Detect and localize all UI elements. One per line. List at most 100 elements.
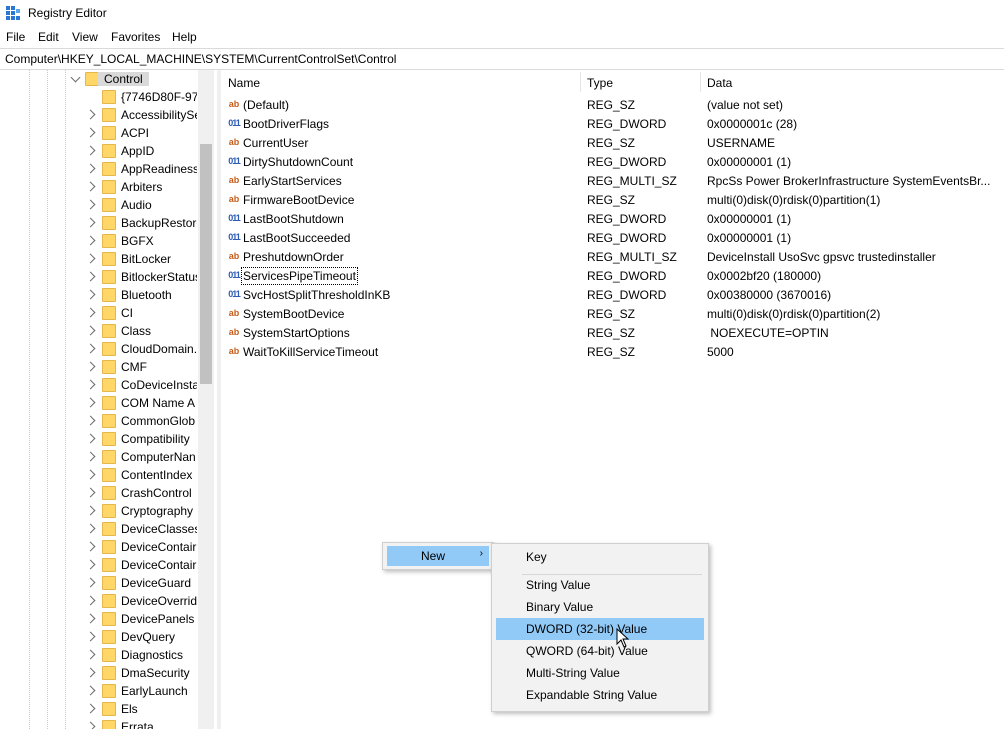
tree-item-control[interactable]: Control <box>0 70 198 88</box>
chevron-right-icon[interactable] <box>85 397 96 408</box>
chevron-right-icon[interactable] <box>85 307 96 318</box>
submenu-qword-value[interactable]: QWORD (64-bit) Value <box>496 640 704 662</box>
chevron-right-icon[interactable] <box>85 199 96 210</box>
menu-edit[interactable]: Edit <box>38 30 59 44</box>
chevron-right-icon[interactable] <box>85 127 96 138</box>
chevron-right-icon[interactable] <box>85 523 96 534</box>
tree-item[interactable]: DevicePanels <box>0 610 198 628</box>
address-path[interactable]: Computer\HKEY_LOCAL_MACHINE\SYSTEM\Curre… <box>5 52 396 66</box>
submenu-string-value[interactable]: String Value <box>496 574 704 596</box>
table-row[interactable]: 011 LastBootSucceeded REG_DWORD 0x00000001 … <box>222 228 1004 247</box>
context-new-item[interactable]: New › <box>387 546 489 566</box>
tree-item[interactable]: BitLocker <box>0 250 198 268</box>
chevron-right-icon[interactable] <box>85 235 96 246</box>
table-row[interactable]: ab SystemBootDevice REG_SZ multi(0)disk(0)r… <box>222 304 1004 323</box>
tree-item[interactable]: CI <box>0 304 198 322</box>
table-row[interactable]: ab WaitToKillServiceTimeout REG_SZ 5000 <box>222 342 1004 361</box>
tree-item[interactable]: Class <box>0 322 198 340</box>
chevron-right-icon[interactable] <box>85 289 96 300</box>
submenu-dword-value[interactable]: DWORD (32-bit) Value <box>496 618 704 640</box>
chevron-right-icon[interactable] <box>85 613 96 624</box>
chevron-right-icon[interactable] <box>85 109 96 120</box>
chevron-right-icon[interactable] <box>85 469 96 480</box>
tree-item[interactable]: COM Name A <box>0 394 198 412</box>
tree-item[interactable]: Audio <box>0 196 198 214</box>
tree-item[interactable]: DeviceClasses <box>0 520 198 538</box>
tree-item[interactable]: CoDeviceInsta <box>0 376 198 394</box>
tree-item[interactable]: CMF <box>0 358 198 376</box>
tree-item[interactable]: BitlockerStatus <box>0 268 198 286</box>
chevron-right-icon[interactable] <box>85 559 96 570</box>
tree-item[interactable]: Els <box>0 700 198 718</box>
chevron-right-icon[interactable] <box>85 253 96 264</box>
chevron-right-icon[interactable] <box>85 271 96 282</box>
table-row[interactable]: ab CurrentUser REG_SZ USERNAME <box>222 133 1004 152</box>
tree-scrollbar-thumb[interactable] <box>200 144 212 384</box>
tree-item[interactable]: DeviceContair <box>0 538 198 556</box>
table-row[interactable]: 011 LastBootShutdown REG_DWORD 0x00000001 (… <box>222 209 1004 228</box>
chevron-right-icon[interactable] <box>85 667 96 678</box>
chevron-right-icon[interactable] <box>85 487 96 498</box>
tree-item[interactable]: BGFX <box>0 232 198 250</box>
column-divider[interactable] <box>580 72 581 92</box>
tree-item[interactable]: Bluetooth <box>0 286 198 304</box>
menu-help[interactable]: Help <box>172 30 197 44</box>
tree-item[interactable]: CommonGlob <box>0 412 198 430</box>
tree-item[interactable]: Diagnostics <box>0 646 198 664</box>
table-row[interactable]: 011 ServicesPipeTimeout REG_DWORD 0x0002bf2… <box>222 266 1004 285</box>
pane-splitter[interactable] <box>217 70 221 729</box>
chevron-right-icon[interactable] <box>85 451 96 462</box>
tree-item[interactable]: ContentIndex <box>0 466 198 484</box>
tree-item[interactable]: ComputerNan <box>0 448 198 466</box>
chevron-right-icon[interactable] <box>85 361 96 372</box>
table-row[interactable]: ab FirmwareBootDevice REG_SZ multi(0)disk(0… <box>222 190 1004 209</box>
chevron-right-icon[interactable] <box>85 721 96 729</box>
submenu-multi-string-value[interactable]: Multi-String Value <box>496 662 704 684</box>
chevron-right-icon[interactable] <box>85 217 96 228</box>
chevron-right-icon[interactable] <box>85 433 96 444</box>
column-divider[interactable] <box>700 72 701 92</box>
tree-item[interactable]: ACPI <box>0 124 198 142</box>
tree-item[interactable]: DeviceGuard <box>0 574 198 592</box>
submenu-binary-value[interactable]: Binary Value <box>496 596 704 618</box>
tree-item[interactable]: DeviceContair <box>0 556 198 574</box>
table-row[interactable]: ab SystemStartOptions REG_SZ NOEXECUTE=OPT… <box>222 323 1004 342</box>
tree-item[interactable]: Errata <box>0 718 198 729</box>
submenu-expandable-string-value[interactable]: Expandable String Value <box>496 684 704 706</box>
table-row[interactable]: 011 BootDriverFlags REG_DWORD 0x0000001c (2… <box>222 114 1004 133</box>
table-row[interactable]: ab PreshutdownOrder REG_MULTI_SZ DeviceInst… <box>222 247 1004 266</box>
tree-item[interactable]: EarlyLaunch <box>0 682 198 700</box>
tree-item[interactable]: {7746D80F-97E <box>0 88 198 106</box>
menu-file[interactable]: File <box>6 30 25 44</box>
column-data[interactable]: Data <box>707 76 732 90</box>
tree-item[interactable]: Cryptography <box>0 502 198 520</box>
menu-view[interactable]: View <box>72 30 98 44</box>
chevron-right-icon[interactable] <box>85 631 96 642</box>
address-bar[interactable]: Computer\HKEY_LOCAL_MACHINE\SYSTEM\Curre… <box>0 48 1004 70</box>
chevron-right-icon[interactable] <box>85 649 96 660</box>
chevron-right-icon[interactable] <box>85 145 96 156</box>
chevron-right-icon[interactable] <box>85 505 96 516</box>
tree-item[interactable]: CloudDomain. <box>0 340 198 358</box>
tree-item[interactable]: AccessibilitySe <box>0 106 198 124</box>
table-row[interactable]: 011 SvcHostSplitThresholdInKB REG_DWORD 0x0… <box>222 285 1004 304</box>
chevron-right-icon[interactable] <box>85 703 96 714</box>
column-type[interactable]: Type <box>587 76 613 90</box>
chevron-right-icon[interactable] <box>85 541 96 552</box>
column-name[interactable]: Name <box>228 76 260 90</box>
submenu-key[interactable]: Key <box>496 546 704 568</box>
tree-item[interactable]: DevQuery <box>0 628 198 646</box>
chevron-right-icon[interactable] <box>85 163 96 174</box>
chevron-right-icon[interactable] <box>85 181 96 192</box>
table-row[interactable]: ab (Default) REG_SZ (value not set) <box>222 95 1004 114</box>
tree-item[interactable]: AppID <box>0 142 198 160</box>
chevron-right-icon[interactable] <box>85 325 96 336</box>
chevron-right-icon[interactable] <box>85 577 96 588</box>
chevron-right-icon[interactable] <box>85 379 96 390</box>
tree-item[interactable]: AppReadiness <box>0 160 198 178</box>
chevron-right-icon[interactable] <box>85 415 96 426</box>
chevron-right-icon[interactable] <box>85 343 96 354</box>
table-row[interactable]: 011 DirtyShutdownCount REG_DWORD 0x00000001… <box>222 152 1004 171</box>
tree-item[interactable]: CrashControl <box>0 484 198 502</box>
tree-item[interactable]: Arbiters <box>0 178 198 196</box>
